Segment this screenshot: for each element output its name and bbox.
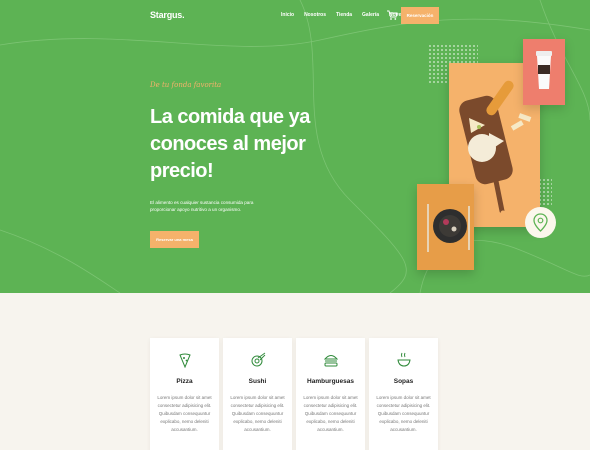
- hero-section: Stargus. Inicio Nosotros Tienda Galería …: [0, 0, 590, 293]
- category-title: Sushi: [248, 378, 267, 385]
- plate-image: [427, 204, 470, 252]
- category-description: Lorem ipsum dolor sit amet consectetur a…: [230, 395, 285, 432]
- category-description: Lorem ipsum dolor sit amet consectetur a…: [376, 395, 431, 432]
- category-card-pizza[interactable]: Pizza Lorem ipsum dolor sit amet consect…: [150, 338, 219, 450]
- coffee-cup-image: [536, 51, 552, 89]
- hero-headline: La comida que ya conoces al mejor precio…: [150, 106, 310, 182]
- nav-item-tienda[interactable]: Tienda: [336, 12, 352, 18]
- site-logo[interactable]: Stargus.: [150, 10, 185, 20]
- hero-tagline: De tu fonda favorita: [150, 81, 222, 89]
- site-header: Stargus. Inicio Nosotros Tienda Galería …: [0, 0, 590, 32]
- reserve-table-button[interactable]: Reservar una mesa: [150, 231, 199, 248]
- category-card-sushi[interactable]: Sushi Lorem ipsum dolor sit amet consect…: [223, 338, 292, 450]
- cart-icon[interactable]: [386, 9, 398, 21]
- sushi-icon: [251, 352, 265, 367]
- plate-card: [417, 184, 474, 270]
- nav-item-nosotros[interactable]: Nosotros: [304, 12, 326, 18]
- category-card-hamburguesas[interactable]: Hamburguesas Lorem ipsum dolor sit amet …: [296, 338, 365, 450]
- category-cards: Pizza Lorem ipsum dolor sit amet consect…: [150, 338, 438, 450]
- category-description: Lorem ipsum dolor sit amet consectetur a…: [157, 395, 212, 432]
- nav-item-inicio[interactable]: Inicio: [281, 12, 294, 18]
- category-title: Pizza: [176, 378, 193, 385]
- pizza-icon: [178, 353, 191, 368]
- category-title: Hamburguesas: [307, 378, 354, 385]
- burger-icon: [323, 355, 338, 367]
- category-description: Lorem ipsum dolor sit amet consectetur a…: [303, 395, 358, 432]
- category-title: Sopas: [393, 378, 414, 385]
- location-pin-icon[interactable]: [525, 207, 556, 238]
- coffee-card: [523, 39, 565, 105]
- soup-icon: [396, 352, 411, 367]
- category-card-sopas[interactable]: Sopas Lorem ipsum dolor sit amet consect…: [369, 338, 438, 450]
- hero-description: El alimento es cualquier sustancia consu…: [150, 200, 254, 212]
- nav-item-galeria[interactable]: Galería: [362, 12, 379, 18]
- reservation-button[interactable]: Reservación: [401, 7, 439, 24]
